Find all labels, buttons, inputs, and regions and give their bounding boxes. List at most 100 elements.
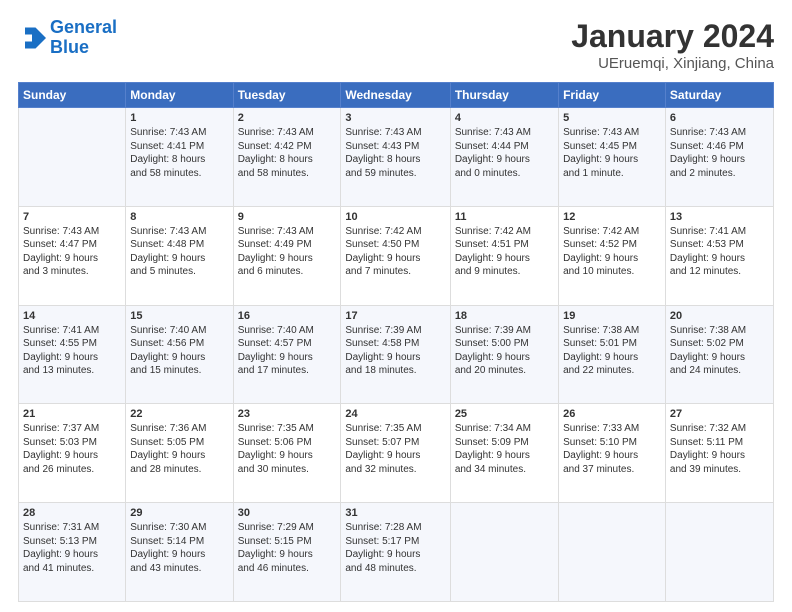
- cell-text: Sunrise: 7:34 AM Sunset: 5:09 PM Dayligh…: [455, 422, 554, 476]
- day-number: 30: [238, 507, 337, 519]
- cell-text: Sunrise: 7:43 AM Sunset: 4:43 PM Dayligh…: [345, 126, 445, 180]
- day-number: 16: [238, 310, 337, 322]
- cell-4-1: 21Sunrise: 7:37 AM Sunset: 5:03 PM Dayli…: [19, 404, 126, 503]
- cell-1-2: 1 Sunrise: 7:43 AM Sunset: 4:41 PM Daylig…: [126, 108, 233, 207]
- day-number: 1: [130, 112, 228, 124]
- cell-text: Sunrise: 7:28 AM Sunset: 5:17 PM Dayligh…: [345, 521, 445, 575]
- cell-text: Sunrise: 7:41 AM Sunset: 4:55 PM Dayligh…: [23, 324, 121, 378]
- day-number: 17: [345, 310, 445, 322]
- cell-text: Sunrise: 7:29 AM Sunset: 5:15 PM Dayligh…: [238, 521, 337, 575]
- cell-3-3: 16 Sunrise: 7:40 AM Sunset: 4:57 PM Dayli…: [233, 305, 341, 404]
- page: General Blue January 2024 UEruemqi, Xinj…: [0, 0, 792, 612]
- week-row-2: 7 Sunrise: 7:43 AM Sunset: 4:47 PM Daylig…: [19, 206, 774, 305]
- cell-text: Sunrise: 7:40 AM Sunset: 4:56 PM Dayligh…: [130, 324, 228, 378]
- cell-text: Sunrise: 7:42 AM Sunset: 4:51 PM Dayligh…: [455, 225, 554, 279]
- logo-blue: Blue: [50, 37, 89, 57]
- cell-5-4: 31 Sunrise: 7:28 AM Sunset: 5:17 PM Dayli…: [341, 503, 450, 602]
- cell-1-1: [19, 108, 126, 207]
- cell-text: Sunrise: 7:41 AM Sunset: 4:53 PM Dayligh…: [670, 225, 769, 279]
- day-number: 22: [130, 408, 228, 420]
- col-header-saturday: Saturday: [665, 83, 773, 108]
- col-header-thursday: Thursday: [450, 83, 558, 108]
- cell-1-7: 6Sunrise: 7:43 AM Sunset: 4:46 PM Daylig…: [665, 108, 773, 207]
- day-number: 29: [130, 507, 228, 519]
- col-header-wednesday: Wednesday: [341, 83, 450, 108]
- day-number: 19: [563, 310, 661, 322]
- cell-text: Sunrise: 7:39 AM Sunset: 5:00 PM Dayligh…: [455, 324, 554, 378]
- cell-text: Sunrise: 7:36 AM Sunset: 5:05 PM Dayligh…: [130, 422, 228, 476]
- header: General Blue January 2024 UEruemqi, Xinj…: [18, 18, 774, 72]
- title-block: January 2024 UEruemqi, Xinjiang, China: [571, 18, 774, 72]
- day-number: 8: [130, 211, 228, 223]
- day-number: 15: [130, 310, 228, 322]
- week-row-5: 28 Sunrise: 7:31 AM Sunset: 5:13 PM Dayli…: [19, 503, 774, 602]
- cell-3-1: 14 Sunrise: 7:41 AM Sunset: 4:55 PM Dayli…: [19, 305, 126, 404]
- cell-5-5: [450, 503, 558, 602]
- cell-2-2: 8Sunrise: 7:43 AM Sunset: 4:48 PM Daylig…: [126, 206, 233, 305]
- cell-4-5: 25 Sunrise: 7:34 AM Sunset: 5:09 PM Dayli…: [450, 404, 558, 503]
- cell-2-7: 13 Sunrise: 7:41 AM Sunset: 4:53 PM Dayli…: [665, 206, 773, 305]
- day-number: 6: [670, 112, 769, 124]
- cell-5-7: [665, 503, 773, 602]
- cell-text: Sunrise: 7:35 AM Sunset: 5:06 PM Dayligh…: [238, 422, 337, 476]
- cell-2-5: 11 Sunrise: 7:42 AM Sunset: 4:51 PM Dayli…: [450, 206, 558, 305]
- day-number: 10: [345, 211, 445, 223]
- cell-text: Sunrise: 7:31 AM Sunset: 5:13 PM Dayligh…: [23, 521, 121, 575]
- cell-1-5: 4 Sunrise: 7:43 AM Sunset: 4:44 PM Daylig…: [450, 108, 558, 207]
- day-number: 14: [23, 310, 121, 322]
- day-number: 13: [670, 211, 769, 223]
- cell-text: Sunrise: 7:42 AM Sunset: 4:52 PM Dayligh…: [563, 225, 661, 279]
- cell-text: Sunrise: 7:32 AM Sunset: 5:11 PM Dayligh…: [670, 422, 769, 476]
- cell-3-4: 17 Sunrise: 7:39 AM Sunset: 4:58 PM Dayli…: [341, 305, 450, 404]
- day-number: 3: [345, 112, 445, 124]
- cell-text: Sunrise: 7:43 AM Sunset: 4:41 PM Dayligh…: [130, 126, 228, 180]
- week-row-3: 14 Sunrise: 7:41 AM Sunset: 4:55 PM Dayli…: [19, 305, 774, 404]
- cell-1-3: 2 Sunrise: 7:43 AM Sunset: 4:42 PM Daylig…: [233, 108, 341, 207]
- cell-4-7: 27Sunrise: 7:32 AM Sunset: 5:11 PM Dayli…: [665, 404, 773, 503]
- day-number: 28: [23, 507, 121, 519]
- cell-5-2: 29Sunrise: 7:30 AM Sunset: 5:14 PM Dayli…: [126, 503, 233, 602]
- logo-general: General: [50, 17, 117, 37]
- day-number: 31: [345, 507, 445, 519]
- cell-text: Sunrise: 7:40 AM Sunset: 4:57 PM Dayligh…: [238, 324, 337, 378]
- cell-text: Sunrise: 7:38 AM Sunset: 5:01 PM Dayligh…: [563, 324, 661, 378]
- cell-4-6: 26Sunrise: 7:33 AM Sunset: 5:10 PM Dayli…: [559, 404, 666, 503]
- cell-5-6: [559, 503, 666, 602]
- day-number: 25: [455, 408, 554, 420]
- cell-text: Sunrise: 7:43 AM Sunset: 4:49 PM Dayligh…: [238, 225, 337, 279]
- cell-2-1: 7 Sunrise: 7:43 AM Sunset: 4:47 PM Daylig…: [19, 206, 126, 305]
- day-number: 20: [670, 310, 769, 322]
- day-number: 21: [23, 408, 121, 420]
- cell-3-7: 20 Sunrise: 7:38 AM Sunset: 5:02 PM Dayli…: [665, 305, 773, 404]
- cell-1-6: 5 Sunrise: 7:43 AM Sunset: 4:45 PM Daylig…: [559, 108, 666, 207]
- subtitle: UEruemqi, Xinjiang, China: [571, 55, 774, 72]
- cell-2-6: 12 Sunrise: 7:42 AM Sunset: 4:52 PM Dayli…: [559, 206, 666, 305]
- header-row: SundayMondayTuesdayWednesdayThursdayFrid…: [19, 83, 774, 108]
- cell-text: Sunrise: 7:43 AM Sunset: 4:45 PM Dayligh…: [563, 126, 661, 180]
- cell-5-1: 28 Sunrise: 7:31 AM Sunset: 5:13 PM Dayli…: [19, 503, 126, 602]
- cell-2-3: 9Sunrise: 7:43 AM Sunset: 4:49 PM Daylig…: [233, 206, 341, 305]
- day-number: 11: [455, 211, 554, 223]
- cell-text: Sunrise: 7:43 AM Sunset: 4:42 PM Dayligh…: [238, 126, 337, 180]
- logo-icon: [18, 24, 46, 52]
- day-number: 5: [563, 112, 661, 124]
- day-number: 2: [238, 112, 337, 124]
- cell-5-3: 30 Sunrise: 7:29 AM Sunset: 5:15 PM Dayli…: [233, 503, 341, 602]
- cell-text: Sunrise: 7:35 AM Sunset: 5:07 PM Dayligh…: [345, 422, 445, 476]
- cell-text: Sunrise: 7:39 AM Sunset: 4:58 PM Dayligh…: [345, 324, 445, 378]
- cell-text: Sunrise: 7:38 AM Sunset: 5:02 PM Dayligh…: [670, 324, 769, 378]
- day-number: 7: [23, 211, 121, 223]
- cell-1-4: 3 Sunrise: 7:43 AM Sunset: 4:43 PM Daylig…: [341, 108, 450, 207]
- cell-3-5: 18 Sunrise: 7:39 AM Sunset: 5:00 PM Dayli…: [450, 305, 558, 404]
- col-header-sunday: Sunday: [19, 83, 126, 108]
- day-number: 18: [455, 310, 554, 322]
- cell-text: Sunrise: 7:43 AM Sunset: 4:44 PM Dayligh…: [455, 126, 554, 180]
- cell-4-3: 23Sunrise: 7:35 AM Sunset: 5:06 PM Dayli…: [233, 404, 341, 503]
- cell-3-6: 19 Sunrise: 7:38 AM Sunset: 5:01 PM Dayli…: [559, 305, 666, 404]
- day-number: 4: [455, 112, 554, 124]
- col-header-friday: Friday: [559, 83, 666, 108]
- col-header-tuesday: Tuesday: [233, 83, 341, 108]
- day-number: 24: [345, 408, 445, 420]
- day-number: 12: [563, 211, 661, 223]
- cell-text: Sunrise: 7:43 AM Sunset: 4:47 PM Dayligh…: [23, 225, 121, 279]
